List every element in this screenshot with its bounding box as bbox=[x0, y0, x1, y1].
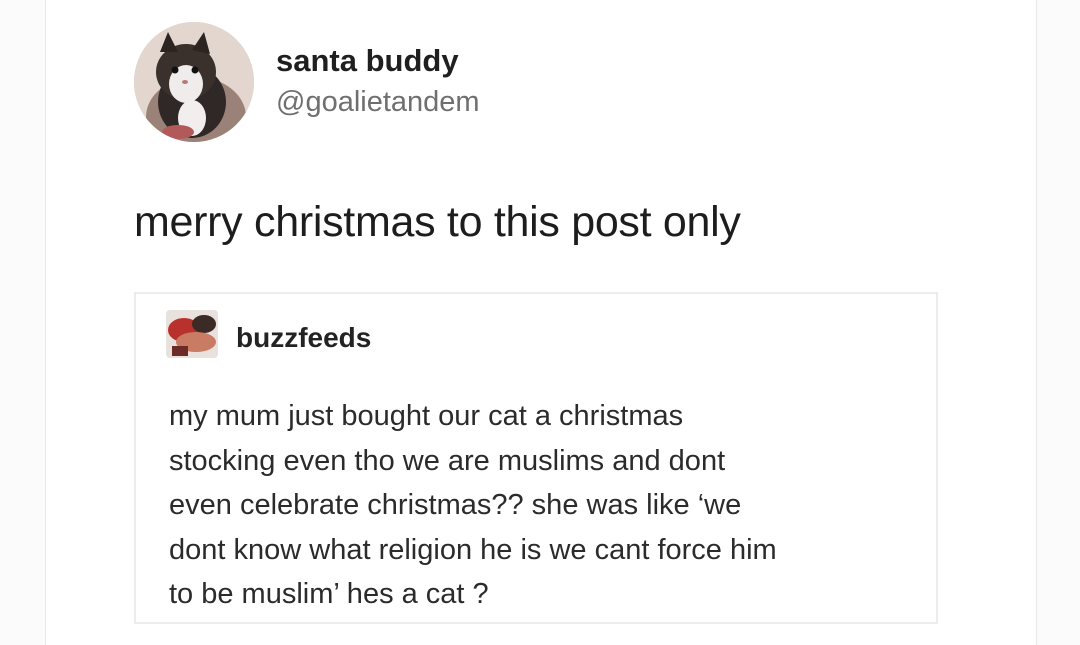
post-text: merry christmas to this post only bbox=[134, 198, 741, 246]
quoted-user-name[interactable]: buzzfeeds bbox=[236, 322, 371, 354]
user-handle[interactable]: @goalietandem bbox=[276, 86, 480, 119]
user-name[interactable]: santa buddy bbox=[276, 43, 459, 79]
quoted-post-line: stocking even tho we are muslims and don… bbox=[169, 444, 726, 477]
page: santa buddy @goalietandem merry christma… bbox=[0, 0, 1080, 645]
quoted-post-line: dont know what religion he is we cant fo… bbox=[169, 533, 777, 566]
user-avatar-icon[interactable] bbox=[166, 310, 218, 358]
quoted-post-line: even celebrate christmas?? she was like … bbox=[169, 489, 742, 521]
post-card: santa buddy @goalietandem merry christma… bbox=[45, 0, 1037, 645]
quoted-post-text: my mum just bought our cat a christmas s… bbox=[169, 394, 929, 617]
cat-avatar-icon[interactable] bbox=[134, 22, 254, 142]
quoted-post-line: to be muslim’ hes a cat ? bbox=[169, 578, 489, 610]
quoted-post[interactable]: buzzfeeds my mum just bought our cat a c… bbox=[134, 292, 938, 624]
quoted-post-line: my mum just bought our cat a christmas bbox=[169, 400, 684, 432]
